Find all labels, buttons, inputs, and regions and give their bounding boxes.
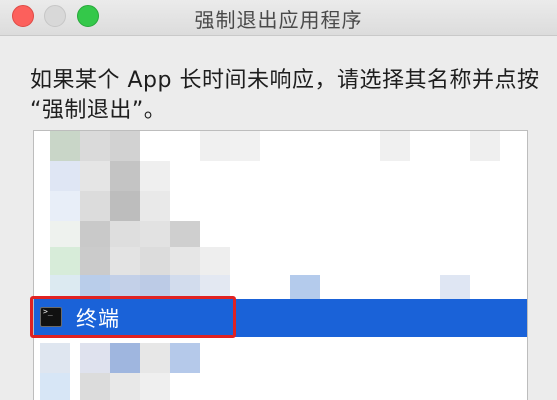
instructions-line-1: 如果某个 App 长时间未响应，请选择其名称并点按 [30,68,540,93]
instructions-text: 如果某个 App 长时间未响应，请选择其名称并点按 “强制退出”。 [30,66,550,126]
instructions-line-2: “强制退出”。 [30,98,167,123]
force-quit-window: 强制退出应用程序 如果某个 App 长时间未响应，请选择其名称并点按 “强制退出… [0,0,557,400]
annotation-highlight-box [30,296,236,338]
title-bar: 强制退出应用程序 [0,0,557,36]
window-title: 强制退出应用程序 [194,8,363,32]
application-list[interactable]: >_ 终端 [33,130,528,400]
blurred-app-entries-bottom [34,339,527,400]
blurred-app-entries-top [34,131,527,305]
